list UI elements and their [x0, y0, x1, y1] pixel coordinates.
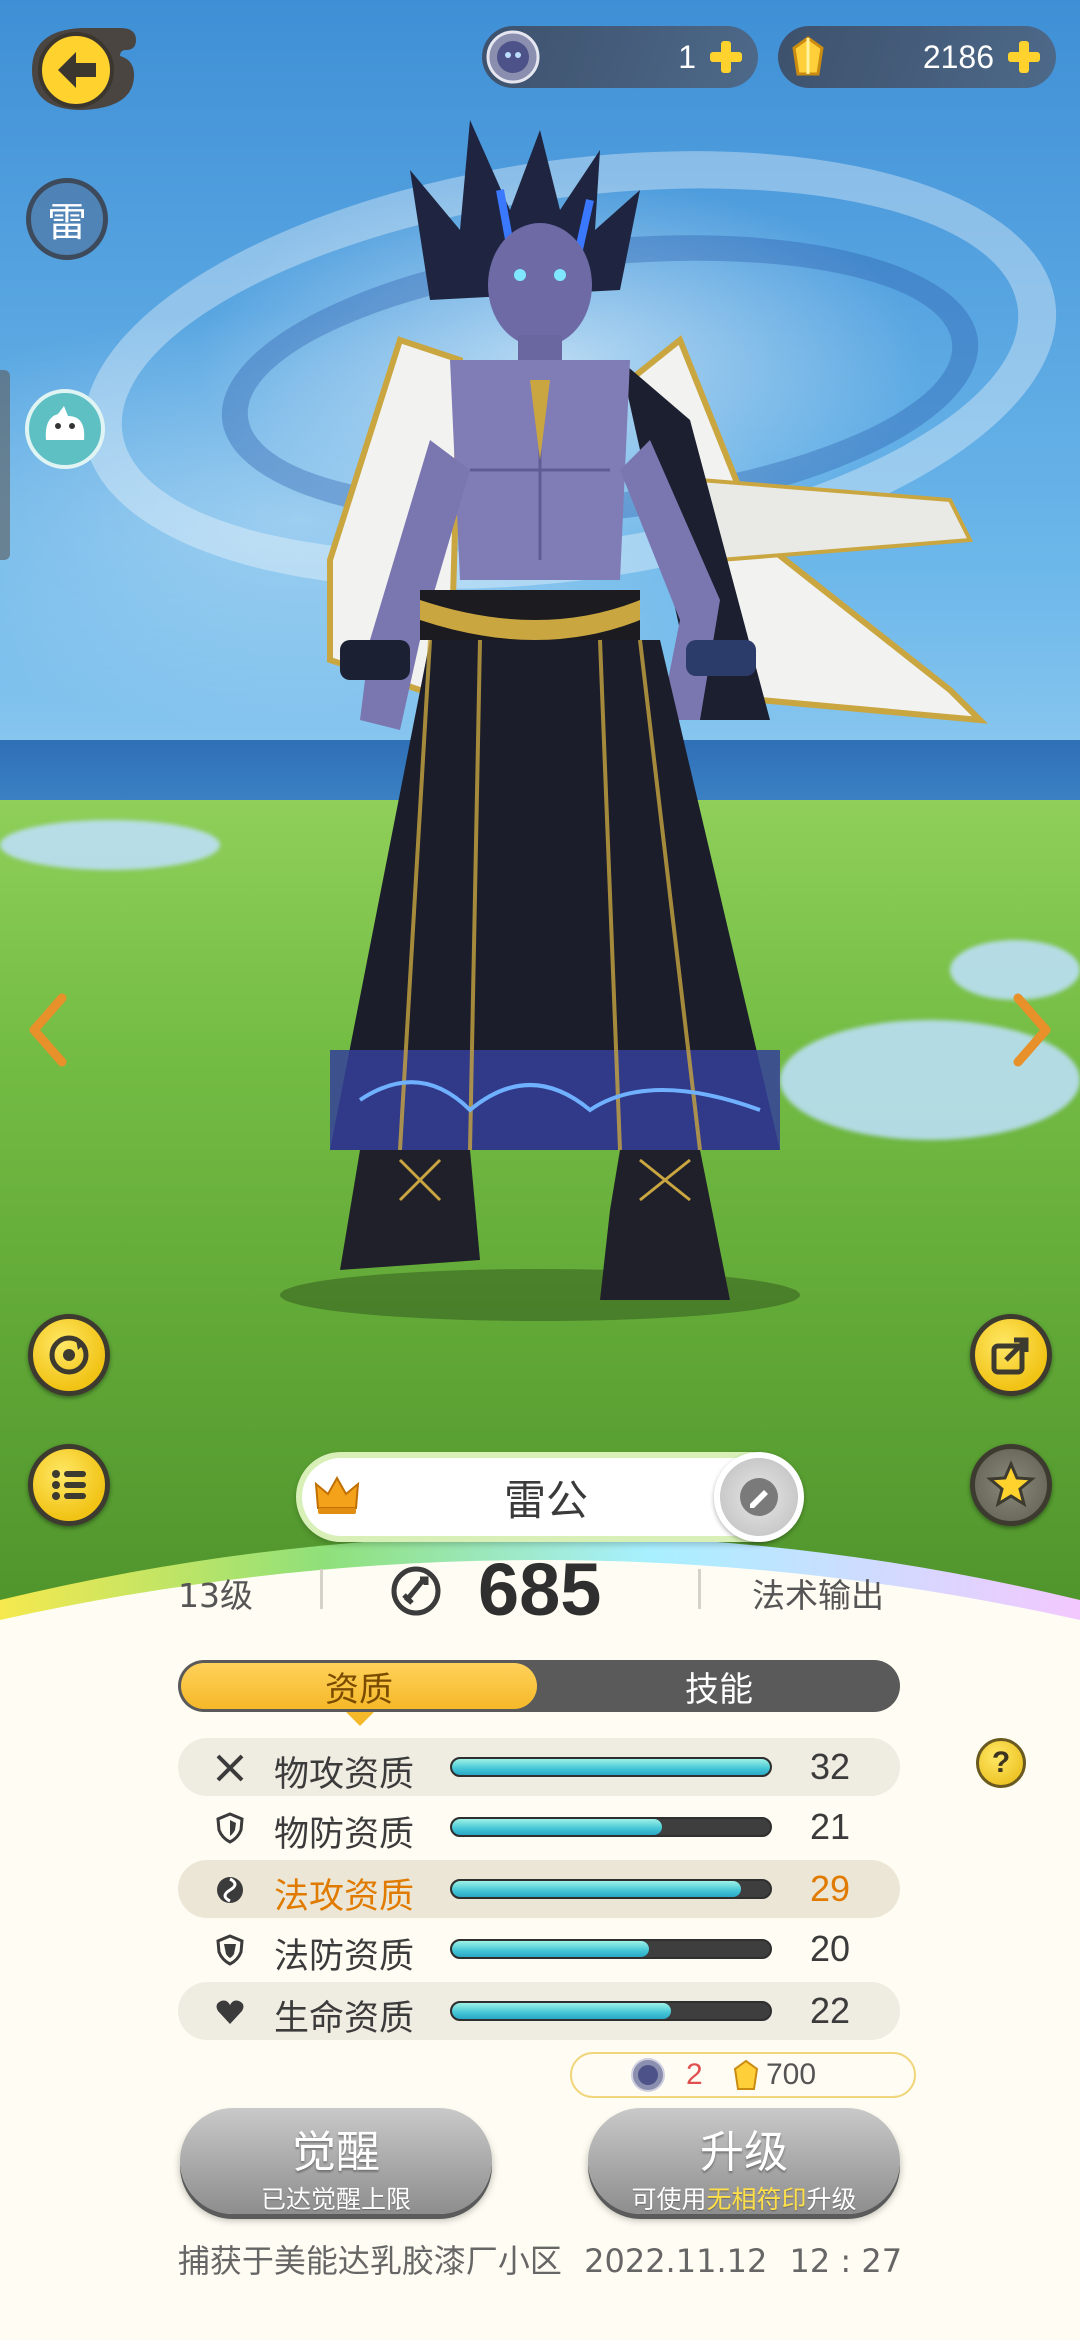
detail-tabs: 资质 技能 [178, 1660, 900, 1712]
next-pet-chevron-icon[interactable] [1008, 990, 1058, 1070]
rotate-view-icon [49, 1335, 89, 1375]
capture-date: 2022.11.12 [584, 2242, 768, 2280]
crystal-counter[interactable]: 2186 [778, 26, 1056, 88]
attribute-row: 法攻资质 29 [178, 1860, 900, 1918]
crystal-cost: 700 [766, 2058, 817, 2091]
share-button[interactable] [970, 1314, 1052, 1396]
attribute-value: 32 [809, 1746, 851, 1787]
awaken-title: 觉醒 [292, 2127, 380, 2178]
element-badge[interactable]: 雷 [26, 178, 108, 260]
attribute-value: 22 [809, 1990, 851, 2031]
divider [320, 1569, 323, 1609]
rotate-view-button[interactable] [28, 1314, 110, 1396]
pet-role: 法术输出 [752, 1576, 884, 1615]
crossed-swords-icon [216, 1754, 244, 1782]
awaken-button[interactable]: 觉醒 已达觉醒上限 [180, 2108, 492, 2214]
add-crystal-plus-icon[interactable] [1004, 37, 1044, 77]
upgrade-subtitle: 可使用无相符印升级 [588, 2180, 900, 2216]
attribute-value: 20 [809, 1928, 851, 1969]
attribute-value: 21 [809, 1806, 851, 1847]
spirit-face-token-icon [486, 30, 540, 84]
upgrade-button[interactable]: 升级 可使用无相符印升级 [588, 2108, 900, 2214]
add-token-plus-icon[interactable] [706, 37, 746, 77]
attribute-label: 物防资质 [274, 1815, 415, 1855]
spirit-face-token-icon [631, 2058, 665, 2092]
heart-icon [216, 2000, 244, 2024]
back-button[interactable] [24, 20, 142, 116]
pet-name: 雷公 [503, 1475, 588, 1525]
rename-button[interactable] [714, 1452, 804, 1542]
favorite-star-icon [986, 1460, 1036, 1508]
crystal-count: 2186 [922, 38, 994, 75]
crown-icon [314, 1475, 360, 1514]
white-pet-avatar-icon[interactable] [24, 388, 106, 470]
attribute-bar [450, 1757, 772, 1777]
attribute-row: 法防资质 20 [178, 1920, 900, 1978]
tab-skills[interactable]: 技能 [538, 1660, 900, 1712]
summary-row: 13级 685 法术输出 [0, 1548, 1080, 1631]
tab-pointer [346, 1712, 374, 1726]
gold-crystal-icon [733, 2059, 759, 2090]
attribute-value: 29 [809, 1868, 851, 1909]
shield-icon [216, 1812, 244, 1844]
attribute-row: 生命资质 22 [178, 1982, 900, 2040]
token-cost: 2 [686, 2058, 703, 2091]
list-menu-icon [52, 1470, 86, 1500]
element-badge-text: 雷 [47, 200, 87, 246]
attribute-label: 生命资质 [274, 1999, 415, 2039]
attribute-label: 物攻资质 [274, 1755, 415, 1795]
gold-crystal-icon [792, 36, 824, 76]
capture-time: 12 : 27 [789, 2242, 903, 2280]
upgrade-subtitle-prefix: 可使用 [631, 2185, 707, 2214]
attribute-row: 物攻资质 32 [178, 1738, 900, 1796]
character-model[interactable] [0, 0, 1080, 1340]
attribute-row: 物防资质 21 [178, 1798, 900, 1856]
awaken-subtitle: 已达觉醒上限 [260, 2185, 411, 2214]
magic-orb-icon [217, 1877, 243, 1903]
attribute-bar [450, 2001, 772, 2021]
combat-power-value: 685 [478, 1548, 602, 1631]
upgrade-subtitle-suffix: 升级 [806, 2185, 857, 2214]
help-question-icon[interactable]: ? [976, 1738, 1026, 1788]
attribute-bar [450, 1817, 772, 1837]
side-drawer-handle[interactable] [0, 370, 10, 560]
attribute-label: 法防资质 [274, 1937, 415, 1977]
share-icon [991, 1337, 1029, 1375]
attribute-bar [450, 1879, 772, 1899]
capture-info: 捕获于美能达乳胶漆厂小区 2022.11.12 12 : 27 [0, 2236, 1080, 2282]
upgrade-item-name: 无相符印 [706, 2185, 807, 2214]
capture-location: 捕获于美能达乳胶漆厂小区 [177, 2242, 562, 2280]
spirit-token-counter[interactable]: 1 [482, 26, 758, 88]
upgrade-cost: 2 700 [570, 2052, 916, 2098]
attribute-bar [450, 1939, 772, 1959]
pet-level: 13级 [178, 1576, 253, 1615]
spirit-token-count: 1 [678, 38, 696, 75]
combat-power-icon [391, 1566, 441, 1616]
tab-aptitude[interactable]: 资质 [181, 1663, 537, 1710]
pencil-edit-icon [740, 1478, 778, 1516]
divider [698, 1569, 701, 1609]
upgrade-title: 升级 [700, 2127, 788, 2178]
magic-shield-icon [216, 1934, 244, 1966]
previous-pet-chevron-icon[interactable] [22, 990, 72, 1070]
attribute-label: 法攻资质 [274, 1877, 415, 1917]
